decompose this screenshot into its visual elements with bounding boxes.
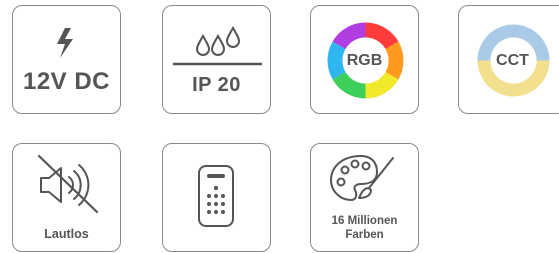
tile-lautlos: Lautlos (12, 143, 121, 252)
lightning-icon (57, 28, 73, 58)
ip-label: IP 20 (192, 74, 241, 96)
power-label: 12V DC (22, 68, 111, 95)
tile-12v-dc: 12V DC (12, 5, 121, 114)
colors-label-line1: 16 Millionen (331, 215, 398, 227)
silent-label: Lautlos (44, 227, 89, 241)
tile-cct: CCT (458, 5, 559, 114)
tile-remote (162, 143, 271, 252)
tile-ip20: IP 20 (162, 5, 271, 114)
water-drops-icon (173, 25, 262, 66)
rgb-label: RGB (346, 52, 383, 69)
cct-label: CCT (496, 52, 529, 69)
tile-rgb: RGB (310, 5, 419, 114)
remote-control-icon (198, 165, 234, 227)
colors-label-line2: Farben (345, 229, 384, 241)
tile-16-millionen-farben: 16 Millionen Farben (310, 143, 419, 252)
